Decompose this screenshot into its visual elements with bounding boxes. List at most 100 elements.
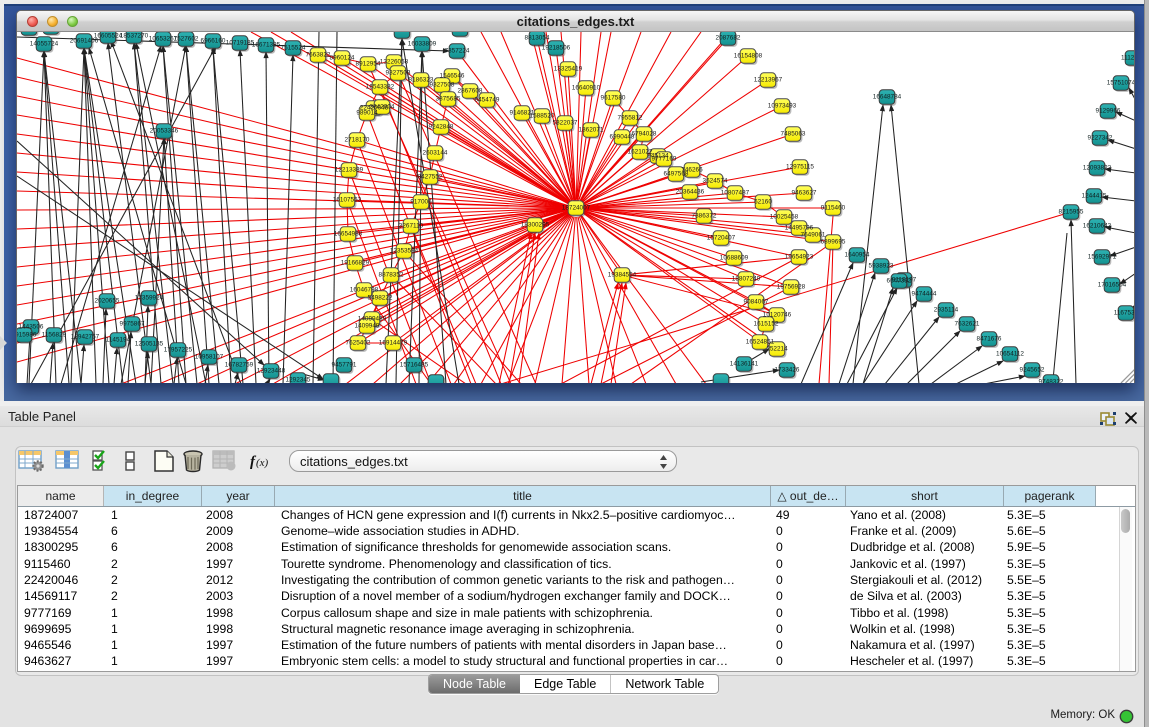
svg-text:9975867: 9975867 [120, 321, 145, 328]
svg-text:16914479: 16914479 [379, 340, 408, 347]
svg-text:9457791: 9457791 [332, 362, 357, 369]
svg-text:1733426: 1733426 [775, 367, 800, 374]
svg-text:9245652: 9245652 [1020, 367, 1045, 374]
svg-text:1527602: 1527602 [174, 36, 199, 43]
svg-text:2603144: 2603144 [423, 150, 448, 157]
svg-text:8427552: 8427552 [418, 174, 443, 181]
svg-text:13325419: 13325419 [554, 66, 583, 73]
svg-text:7485063: 7485063 [781, 131, 806, 138]
svg-text:6966160: 6966160 [201, 38, 226, 45]
svg-text:12213389: 12213389 [335, 167, 364, 174]
svg-text:19166829: 19166829 [341, 260, 370, 267]
svg-text:7649061: 7649061 [801, 232, 826, 239]
svg-text:16033809: 16033809 [408, 41, 437, 48]
svg-text:10120746: 10120746 [763, 312, 792, 319]
svg-text:15692971: 15692971 [1088, 254, 1117, 261]
svg-text:13226058: 13226058 [380, 59, 409, 66]
svg-text:1292345: 1292345 [286, 377, 311, 384]
svg-text:16046798: 16046798 [350, 287, 379, 294]
svg-text:7386372: 7386372 [692, 213, 717, 220]
svg-text:14136141: 14136141 [730, 361, 759, 368]
svg-text:7625402: 7625402 [346, 340, 371, 347]
svg-text:16671385: 16671385 [252, 42, 281, 49]
svg-text:252214: 252214 [766, 346, 788, 353]
svg-text:16605524: 16605524 [94, 33, 123, 40]
svg-text:62160: 62160 [754, 199, 772, 206]
svg-text:14099489: 14099489 [358, 316, 387, 323]
svg-text:10958107: 10958107 [195, 354, 224, 361]
svg-text:18300295: 18300295 [521, 222, 550, 229]
svg-text:6794028: 6794028 [632, 131, 657, 138]
svg-text:8813054: 8813054 [525, 35, 550, 42]
svg-text:8960124: 8960124 [330, 55, 355, 62]
svg-text:1156829: 1156829 [42, 332, 67, 339]
svg-text:1443506: 1443506 [19, 324, 44, 331]
svg-text:12505135: 12505135 [135, 341, 164, 348]
svg-text:15716485: 15716485 [400, 362, 429, 369]
svg-text:18537270: 18537270 [120, 33, 149, 40]
svg-text:3267110: 3267110 [399, 223, 424, 230]
svg-text:3875685: 3875685 [436, 96, 461, 103]
svg-text:20364436: 20364436 [676, 189, 705, 196]
svg-text:9227342: 9227342 [1088, 135, 1113, 142]
svg-text:9748322: 9748322 [1039, 379, 1064, 384]
svg-text:10654112: 10654112 [996, 351, 1024, 358]
svg-text:18724007: 18724007 [562, 205, 591, 212]
svg-text:10973493: 10973493 [768, 103, 797, 110]
svg-text:9242848: 9242848 [429, 124, 454, 131]
svg-text:9129966: 9129966 [1096, 108, 1121, 115]
svg-text:10719185: 10719185 [226, 40, 255, 47]
svg-text:14495796: 14495796 [785, 225, 814, 232]
svg-text:18807249: 18807249 [732, 276, 761, 283]
svg-text:16782759: 16782759 [225, 362, 254, 369]
svg-text:15720407: 15720407 [707, 235, 736, 242]
svg-text:19384554: 19384554 [608, 272, 637, 279]
svg-text:9115460: 9115460 [821, 205, 846, 212]
svg-text:1244415: 1244415 [1082, 193, 1107, 200]
svg-text:16524851: 16524851 [746, 339, 775, 346]
svg-text:9327503: 9327503 [386, 70, 411, 77]
svg-text:7955812: 7955812 [618, 115, 643, 122]
svg-text:12942757: 12942757 [71, 334, 100, 341]
svg-text:9777169: 9777169 [652, 156, 677, 163]
svg-text:7663822: 7663822 [306, 52, 331, 59]
svg-text:12975115: 12975115 [786, 164, 814, 171]
svg-text:9463627: 9463627 [792, 190, 817, 197]
svg-text:16154808: 16154808 [734, 53, 763, 60]
svg-text:1640954: 1640954 [845, 252, 870, 259]
svg-text:1615152: 1615152 [754, 321, 779, 328]
svg-text:1546546: 1546546 [440, 73, 465, 80]
svg-text:16654988: 16654988 [334, 231, 363, 238]
svg-text:12213967: 12213967 [754, 77, 783, 84]
svg-text:1145194: 1145194 [106, 337, 131, 344]
svg-text:19218506: 19218506 [542, 45, 571, 52]
svg-text:19654923: 19654923 [785, 254, 814, 261]
svg-text:16640910: 16640910 [572, 85, 601, 92]
svg-text:16648784: 16648784 [873, 94, 902, 101]
svg-text:9327508: 9327508 [430, 82, 455, 89]
svg-text:9474444: 9474444 [912, 291, 937, 298]
svg-text:1112345: 1112345 [1121, 55, 1134, 62]
svg-text:9617580: 9617580 [601, 95, 626, 102]
svg-text:2020655: 2020655 [95, 298, 120, 305]
svg-text:1362071: 1362071 [579, 127, 604, 134]
svg-text:20053346: 20053346 [150, 128, 179, 135]
svg-text:14055724: 14055724 [30, 41, 59, 48]
svg-text:3915986: 3915986 [17, 332, 37, 339]
svg-text:7515524: 7515524 [281, 45, 306, 52]
svg-text:5322037: 5322037 [553, 120, 578, 127]
svg-text:19756928: 19756928 [777, 284, 806, 291]
svg-text:917006: 917006 [410, 199, 432, 206]
svg-text:6497568: 6497568 [664, 171, 689, 178]
svg-text:2718170: 2718170 [345, 137, 370, 144]
svg-text:5498222: 5498222 [368, 295, 393, 302]
svg-text:2935114: 2935114 [934, 307, 959, 314]
svg-text:10807487: 10807487 [721, 190, 750, 197]
svg-text:6899695: 6899695 [821, 239, 846, 246]
svg-text:16107553: 16107553 [333, 197, 362, 204]
svg-text:8912954: 8912954 [356, 61, 381, 68]
svg-text:(x): (x) [256, 457, 269, 469]
svg-text:10688609: 10688609 [720, 255, 749, 262]
svg-text:2867608: 2867608 [458, 88, 483, 95]
svg-text:1409949: 1409949 [355, 323, 380, 330]
